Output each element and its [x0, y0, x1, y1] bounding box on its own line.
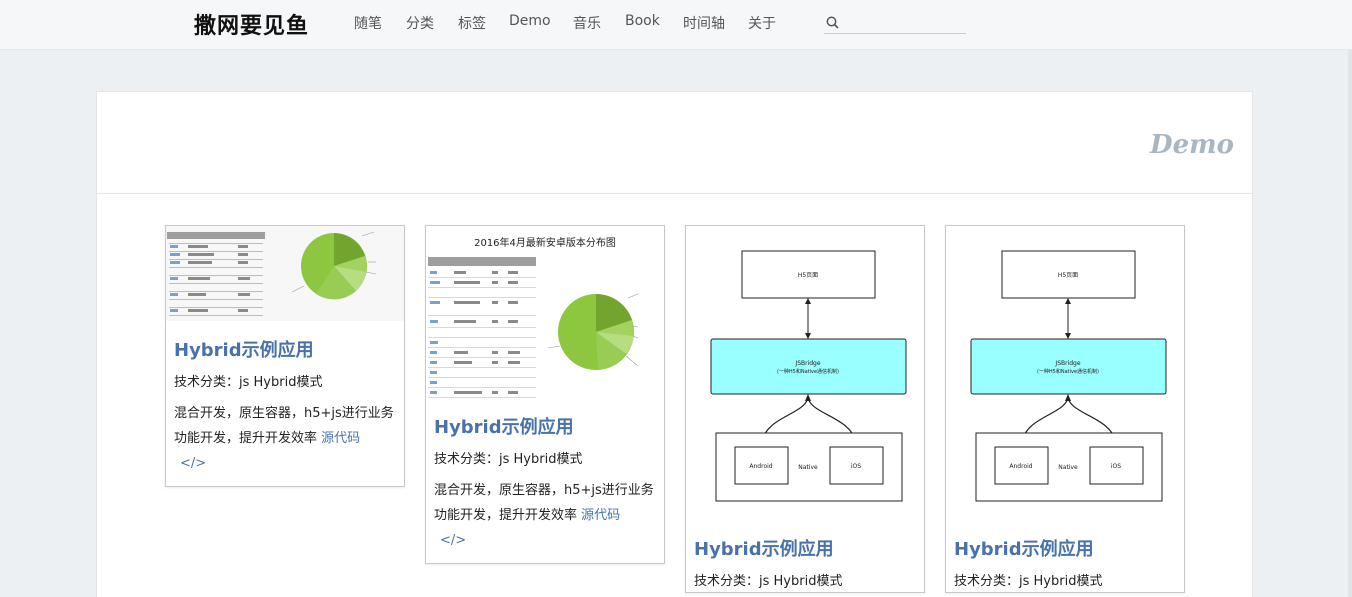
card-description: 混合开发，原生容器，h5+js进行业务功能开发，提升开发效率 源代码 </>: [434, 478, 656, 563]
nav-item-timeline[interactable]: 时间轴: [683, 13, 725, 33]
card-category: 技术分类：js Hybrid模式: [174, 375, 323, 390]
demo-card: 2016年4月最新安卓版本分布图 Hybrid示例应用 技术分类：js Hybr…: [425, 225, 665, 564]
nav-item-demo[interactable]: Demo: [509, 13, 551, 29]
panel-header: Demo: [97, 92, 1252, 194]
card-category: 技术分类：js Hybrid模式: [954, 574, 1103, 589]
nav-item-tags[interactable]: 标签: [458, 13, 486, 33]
search-input[interactable]: [842, 13, 964, 31]
nav-item-book[interactable]: Book: [625, 13, 660, 29]
card-category: 技术分类：js Hybrid模式: [694, 574, 843, 589]
source-code-link[interactable]: 源代码: [321, 431, 360, 446]
demo-panel: Demo Hybrid示例应用 技术分类：js Hybrid模式 混合开发，原生…: [96, 91, 1253, 597]
scrollbar[interactable]: [1348, 50, 1352, 597]
card-body: Hybrid示例应用 技术分类：js Hybrid模式 混合开发，原生容器，h5…: [166, 339, 404, 486]
demo-card: H5页面 JSBridge (一种H5和Native通信机制) Android …: [945, 225, 1185, 593]
card-title-link[interactable]: Hybrid示例应用: [174, 339, 396, 363]
demo-card: Hybrid示例应用 技术分类：js Hybrid模式 混合开发，原生容器，h5…: [165, 225, 405, 487]
android-distribution-chart-image[interactable]: 2016年4月最新安卓版本分布图: [426, 226, 664, 398]
jsbridge-diagram-image[interactable]: H5页面 JSBridge (一种H5和Native通信机制) Android …: [946, 226, 1184, 520]
card-title-link[interactable]: Hybrid示例应用: [434, 416, 656, 440]
search-icon: [826, 16, 839, 29]
android-distribution-chart-image[interactable]: [166, 226, 404, 321]
diagram-native-label: Native: [798, 464, 818, 471]
diagram-native-label: Native: [1058, 464, 1078, 471]
nav-item-about[interactable]: 关于: [748, 13, 776, 33]
diagram-android-label: Android: [1009, 463, 1032, 470]
diagram-h5-label: H5页面: [798, 272, 818, 279]
diagram-jsbridge-sublabel: (一种H5和Native通信机制): [777, 368, 839, 375]
top-navbar: 撒网要见鱼 随笔 分类 标签 Demo 音乐 Book 时间轴 关于: [0, 0, 1352, 50]
code-icon[interactable]: </>: [440, 533, 466, 548]
card-description: 混合开发，原生容器，h5+js进行业务功能开发，提升开发效率 源代码 </>: [174, 401, 396, 486]
jsbridge-diagram-image[interactable]: H5页面 JSBridge (一种H5和Native通信机制) Android …: [686, 226, 924, 520]
chart-image-title: 2016年4月最新安卓版本分布图: [474, 236, 616, 249]
card-description-text: 混合开发，原生容器，h5+js进行业务功能开发，提升开发效率: [434, 483, 654, 523]
demo-card: H5页面 JSBridge (一种H5和Native通信机制) Android …: [685, 225, 925, 593]
diagram-jsbridge-sublabel: (一种H5和Native通信机制): [1037, 368, 1099, 375]
card-title-link[interactable]: Hybrid示例应用: [954, 538, 1176, 562]
diagram-ios-label: iOS: [1111, 463, 1121, 470]
diagram-jsbridge-label: JSBridge: [794, 360, 820, 367]
card-description-text: 混合开发，原生容器，h5+js进行业务功能开发，提升开发效率: [174, 406, 394, 446]
code-icon[interactable]: </>: [180, 456, 206, 471]
diagram-h5-label: H5页面: [1058, 272, 1078, 279]
nav-item-categories[interactable]: 分类: [406, 13, 434, 33]
nav-item-essays[interactable]: 随笔: [354, 13, 382, 33]
nav-item-music[interactable]: 音乐: [573, 13, 601, 33]
card-title-link[interactable]: Hybrid示例应用: [694, 538, 916, 562]
search-box[interactable]: [824, 12, 966, 34]
page-title: Demo: [1150, 130, 1234, 160]
source-code-link[interactable]: 源代码: [581, 508, 620, 523]
diagram-android-label: Android: [749, 463, 772, 470]
diagram-ios-label: iOS: [851, 463, 861, 470]
card-body: Hybrid示例应用 技术分类：js Hybrid模式: [946, 538, 1184, 592]
diagram-jsbridge-label: JSBridge: [1054, 360, 1080, 367]
site-brand[interactable]: 撒网要见鱼: [194, 8, 309, 40]
card-category: 技术分类：js Hybrid模式: [434, 452, 583, 467]
card-body: Hybrid示例应用 技术分类：js Hybrid模式 混合开发，原生容器，h5…: [426, 416, 664, 563]
card-body: Hybrid示例应用 技术分类：js Hybrid模式: [686, 538, 924, 592]
